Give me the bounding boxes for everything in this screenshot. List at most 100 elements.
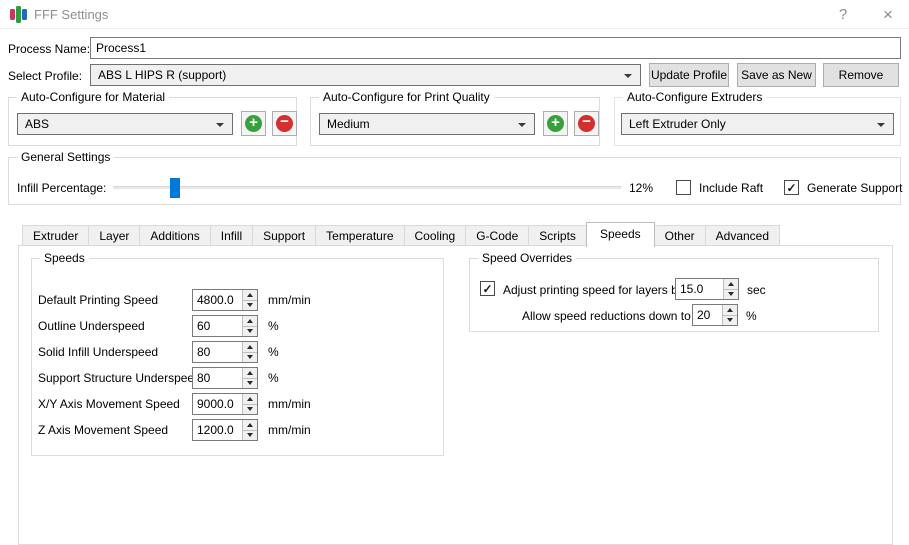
settings-tab-bar: Extruder Layer Additions Infill Support … [22,225,779,247]
plus-icon: + [245,115,262,132]
window-title: FFF Settings [34,7,108,22]
adjust-speed-unit: sec [747,283,766,297]
minus-icon: − [276,115,293,132]
remove-material-button[interactable]: − [272,111,297,136]
outline-underspeed-input[interactable] [193,316,242,336]
title-bar: FFF Settings ? × [0,0,909,29]
infill-percentage-label: Infill Percentage: [17,181,106,195]
speed-reduction-unit: % [746,309,757,323]
spinner-down-icon[interactable] [243,326,257,337]
spinner-up-icon[interactable] [243,342,257,352]
app-logo-icon [10,6,28,23]
tab-gcode[interactable]: G-Code [465,225,529,246]
material-select[interactable]: ABS [17,113,233,135]
material-select-value: ABS [25,117,49,131]
speeds-group-title: Speeds [40,251,89,265]
xy-axis-movement-speed-input[interactable] [193,394,242,414]
speed-overrides-group: Speed Overrides ✓ Adjust printing speed … [469,258,879,332]
tab-layer[interactable]: Layer [88,225,140,246]
plus-icon: + [547,115,564,132]
spinner-up-icon[interactable] [723,305,737,315]
auto-configure-material-title: Auto-Configure for Material [17,90,169,104]
speed-reduction-spinner[interactable] [692,304,738,326]
auto-configure-extruders-title: Auto-Configure Extruders [623,90,766,104]
default-printing-speed-input[interactable] [193,290,242,310]
spinner-up-icon[interactable] [724,279,738,289]
default-printing-speed-label: Default Printing Speed [38,293,158,307]
support-structure-underspeed-spinner[interactable] [192,367,258,389]
spinner-down-icon[interactable] [724,289,738,300]
profile-select-value: ABS L HIPS R (support) [98,68,226,82]
generate-support-checkbox[interactable]: ✓ [784,180,799,195]
spinner-down-icon[interactable] [723,315,737,326]
z-axis-movement-speed-spinner[interactable] [192,419,258,441]
chevron-down-icon [624,74,632,78]
tab-scripts[interactable]: Scripts [528,225,587,246]
general-settings-title: General Settings [17,150,114,164]
tab-extruder[interactable]: Extruder [22,225,89,246]
select-profile-label: Select Profile: [8,69,82,83]
outline-underspeed-label: Outline Underspeed [38,319,145,333]
add-material-button[interactable]: + [241,111,266,136]
support-structure-underspeed-label: Support Structure Underspeed [38,371,201,385]
tab-temperature[interactable]: Temperature [315,225,404,246]
close-button[interactable]: × [872,3,904,26]
spinner-down-icon[interactable] [243,404,257,415]
extruders-select[interactable]: Left Extruder Only [621,113,894,135]
spinner-up-icon[interactable] [243,290,257,300]
solid-infill-underspeed-spinner[interactable] [192,341,258,363]
tab-support[interactable]: Support [252,225,316,246]
tab-speeds[interactable]: Speeds [586,222,655,247]
xy-axis-movement-speed-unit: mm/min [268,397,311,411]
z-axis-movement-speed-unit: mm/min [268,423,311,437]
infill-slider[interactable] [113,186,621,190]
chevron-down-icon [518,123,526,127]
support-structure-underspeed-input[interactable] [193,368,242,388]
save-as-new-button[interactable]: Save as New [737,63,816,87]
update-profile-button[interactable]: Update Profile [649,63,729,87]
auto-configure-quality-group: Auto-Configure for Print Quality Medium … [310,97,600,146]
z-axis-movement-speed-input[interactable] [193,420,242,440]
chevron-down-icon [216,123,224,127]
solid-infill-underspeed-input[interactable] [193,342,242,362]
spinner-down-icon[interactable] [243,378,257,389]
speed-row-xy: X/Y Axis Movement Speed mm/min [38,393,438,415]
include-raft-checkbox[interactable] [676,180,691,195]
tab-other[interactable]: Other [654,225,706,246]
infill-slider-handle[interactable] [170,178,180,198]
xy-axis-movement-speed-spinner[interactable] [192,393,258,415]
chevron-down-icon [877,123,885,127]
adjust-speed-input[interactable] [676,279,723,299]
add-quality-button[interactable]: + [543,111,568,136]
profile-select[interactable]: ABS L HIPS R (support) [90,64,641,86]
tab-cooling[interactable]: Cooling [404,225,467,246]
process-name-label: Process Name: [8,42,90,56]
tab-additions[interactable]: Additions [139,225,210,246]
spinner-up-icon[interactable] [243,316,257,326]
tab-advanced[interactable]: Advanced [705,225,780,246]
remove-profile-button[interactable]: Remove [823,63,899,87]
minus-icon: − [578,115,595,132]
default-printing-speed-spinner[interactable] [192,289,258,311]
adjust-speed-spinner[interactable] [675,278,739,300]
tab-infill[interactable]: Infill [210,225,253,246]
outline-underspeed-unit: % [268,319,279,333]
auto-configure-material-group: Auto-Configure for Material ABS + − [8,97,297,146]
remove-quality-button[interactable]: − [574,111,599,136]
process-name-input[interactable] [90,37,901,59]
auto-configure-extruders-group: Auto-Configure Extruders Left Extruder O… [614,97,901,146]
adjust-speed-label: Adjust printing speed for layers below [503,283,702,297]
default-printing-speed-unit: mm/min [268,293,311,307]
spinner-up-icon[interactable] [243,420,257,430]
spinner-down-icon[interactable] [243,430,257,441]
spinner-up-icon[interactable] [243,394,257,404]
quality-select[interactable]: Medium [319,113,535,135]
speed-reduction-input[interactable] [693,305,722,325]
generate-support-label: Generate Support [807,181,902,195]
spinner-down-icon[interactable] [243,352,257,363]
outline-underspeed-spinner[interactable] [192,315,258,337]
spinner-down-icon[interactable] [243,300,257,311]
spinner-up-icon[interactable] [243,368,257,378]
adjust-speed-checkbox[interactable]: ✓ [480,281,495,296]
help-button[interactable]: ? [827,3,859,26]
